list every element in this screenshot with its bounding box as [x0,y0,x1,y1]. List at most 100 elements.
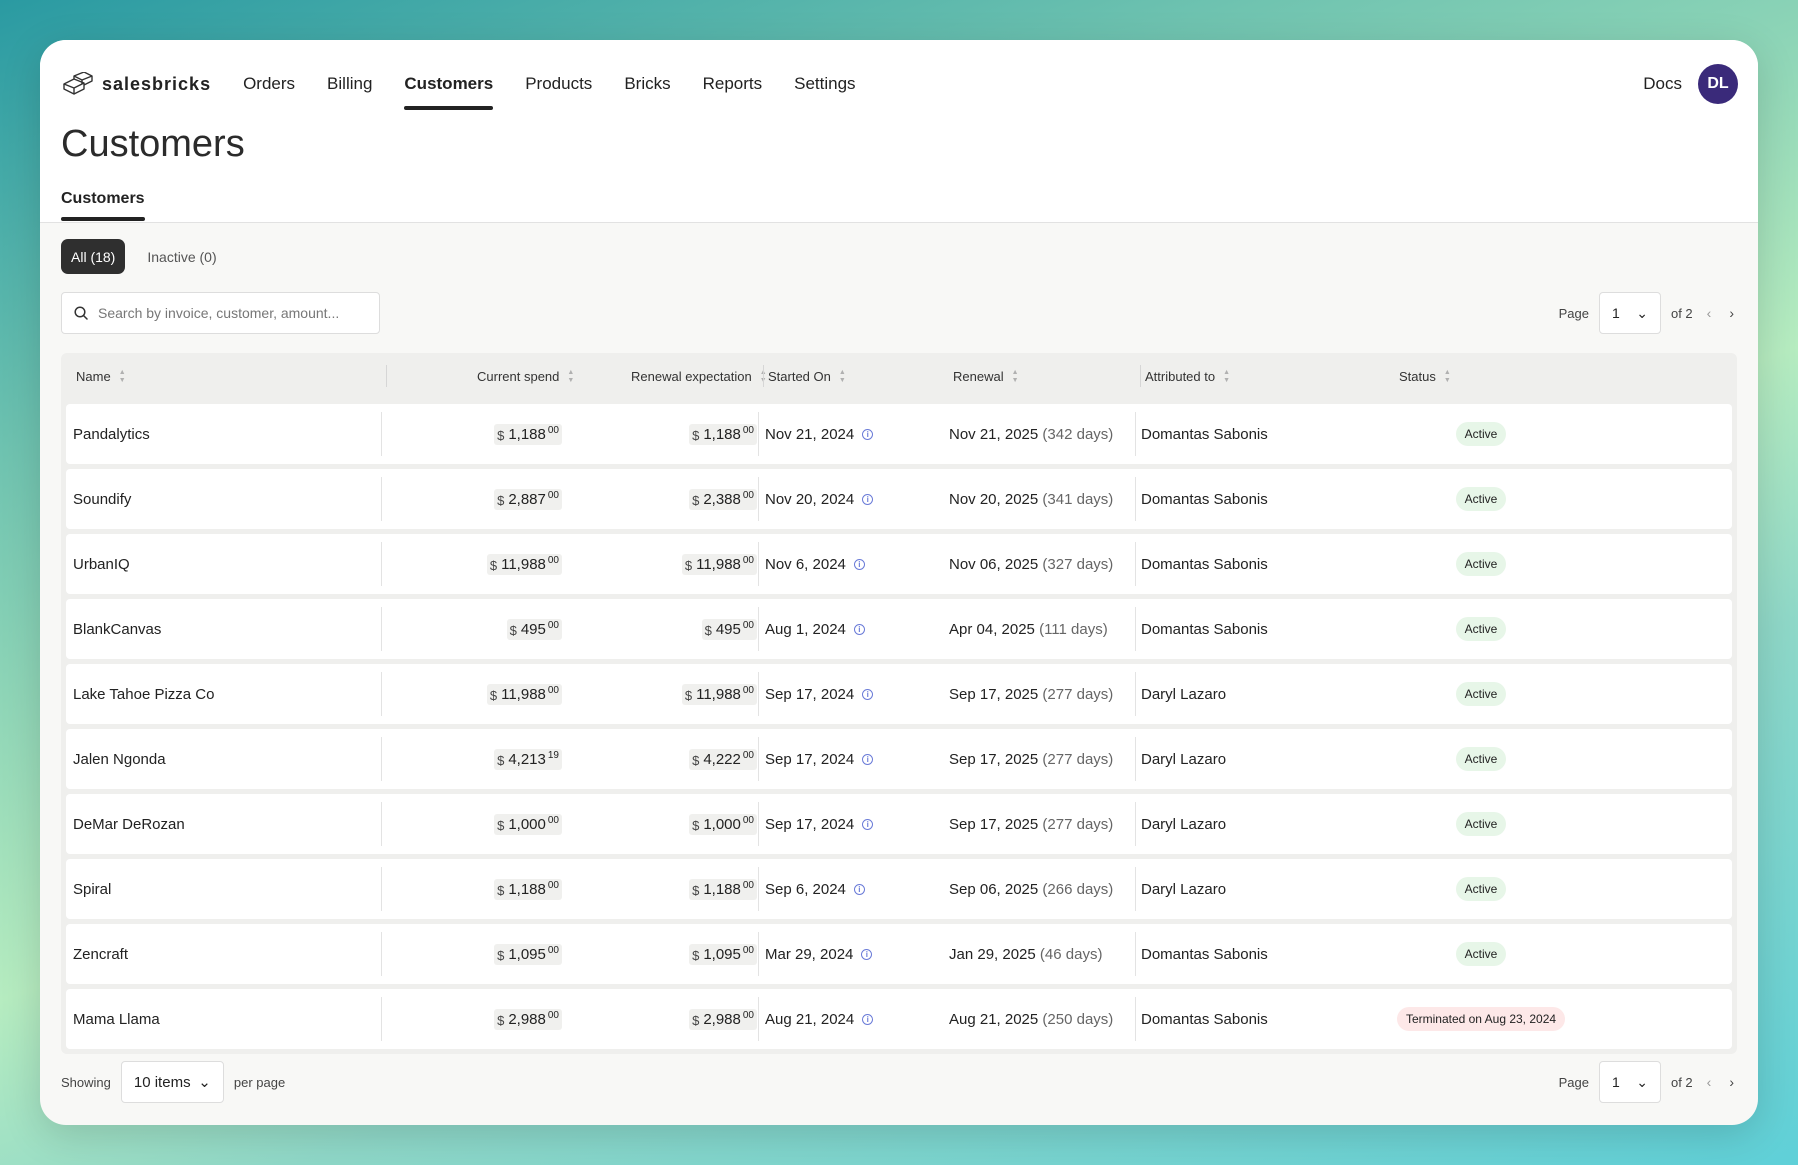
info-icon[interactable]: i [862,818,874,830]
status-cell: Active [1266,599,1696,659]
page-size-select[interactable]: 10 items ⌄ [120,1061,224,1103]
nav-item-bricks[interactable]: Bricks [624,62,670,106]
cents: 00 [547,684,559,696]
search-input[interactable] [98,305,358,321]
page-select[interactable]: 1 ⌄ [1598,292,1661,334]
sort-icon[interactable]: ▲▼ [119,369,126,384]
cents: 00 [547,814,559,826]
table-row[interactable]: Soundify $2,887 00 $2,388 00 Nov 20, 2024 i… [66,469,1732,529]
header-name[interactable]: Name ▲ ▼ [76,369,126,384]
pagination-top: Page 1 ⌄ of 2 ‹ › [1559,292,1738,334]
next-page-icon[interactable]: › [1725,305,1738,321]
header-started-on-label: Started On [768,368,831,384]
table-row[interactable]: UrbanIQ $11,988 00 $11,988 00 Nov 6, 2024 i… [66,534,1732,594]
nav-item-reports[interactable]: Reports [703,62,763,106]
started-on: Mar 29, 2024 i [765,924,873,984]
info-icon[interactable]: i [861,948,873,960]
header-started-on[interactable]: Started On ▲ ▼ [768,369,846,384]
nav-item-orders[interactable]: Orders [243,62,295,106]
table-row[interactable]: Pandalytics $1,188 00 $1,188 00 Nov 21, 20… [66,404,1732,464]
renewal: Sep 17, 2025 (277 days) [949,729,1113,789]
sort-icon[interactable]: ▲▼ [1223,369,1230,384]
customer-name[interactable]: Soundify [73,469,131,529]
currency-symbol: $ [497,427,505,443]
customer-name[interactable]: Zencraft [73,924,128,984]
customer-name[interactable]: BlankCanvas [73,599,161,659]
renewal-days: (277 days) [1042,685,1114,703]
info-icon[interactable]: i [853,623,865,635]
current-spend: $11,988 00 [486,664,562,724]
filter-all[interactable]: All (18) [61,239,126,274]
info-icon[interactable]: i [853,883,865,895]
sort-icon[interactable]: ▲▼ [1444,369,1451,384]
info-icon[interactable]: i [853,558,865,570]
header-current-spend[interactable]: Current spend ▲ ▼ [477,369,574,384]
renewal-date: Jan 29, 2025 [949,945,1036,963]
nav-item-products[interactable]: Products [525,62,592,106]
next-page-icon[interactable]: › [1725,1074,1738,1090]
nav-item-billing[interactable]: Billing [327,62,372,106]
cents: 00 [742,489,754,501]
table-row[interactable]: BlankCanvas $495 00 $495 00 Aug 1, 2024 i A… [66,599,1732,659]
nav-item-settings[interactable]: Settings [794,62,855,106]
avatar[interactable]: DL [1698,64,1738,104]
currency-symbol: $ [692,947,700,963]
info-icon[interactable]: i [862,493,874,505]
currency-symbol: $ [509,622,517,638]
per-page-label: per page [233,1074,286,1090]
info-icon[interactable]: i [862,1013,874,1025]
table-row[interactable]: Mama Llama $2,988 00 $2,988 00 Aug 21, 202… [66,989,1732,1049]
attributed-to: Domantas Sabonis [1141,1010,1268,1028]
header-renewal-expectation[interactable]: Renewal expectation ▲▼ [631,369,767,384]
renewal-days: (266 days) [1042,880,1114,898]
customer-name[interactable]: Lake Tahoe Pizza Co [73,664,214,724]
renewal-days: (342 days) [1042,425,1114,443]
customer-name[interactable]: Jalen Ngonda [73,729,166,789]
table-row[interactable]: DeMar DeRozan $1,000 00 $1,000 00 Sep 17, … [66,794,1732,854]
page-label: Page [1558,305,1589,321]
table-row[interactable]: Zencraft $1,095 00 $1,095 00 Mar 29, 2024 i… [66,924,1732,984]
status-badge: Active [1455,747,1507,771]
customer-name[interactable]: Mama Llama [73,989,160,1049]
logo[interactable]: salesbricks [62,72,211,96]
header-attributed-to[interactable]: Attributed to ▲ ▼ [1145,369,1230,384]
table-row[interactable]: Jalen Ngonda $4,213 19 $4,222 00 Sep 17, 2… [66,729,1732,789]
tab-customers[interactable]: Customers [61,190,145,221]
sort-icon[interactable]: ▲▼ [567,369,574,384]
currency-symbol: $ [497,752,505,768]
search-box [61,292,380,334]
header-status[interactable]: Status ▲ ▼ [1399,369,1451,384]
top-nav: salesbricks Orders Billing Customers Produc… [62,62,1738,110]
table-row[interactable]: Spiral $1,188 00 $1,188 00 Sep 6, 2024 i Se… [66,859,1732,919]
filter-inactive[interactable]: Inactive (0) [137,239,226,274]
customer-name[interactable]: Pandalytics [73,404,150,464]
cents: 00 [547,619,559,631]
renewal-expectation: $11,988 00 [681,664,757,724]
prev-page-icon[interactable]: ‹ [1703,1074,1716,1090]
customer-name[interactable]: Spiral [73,859,111,919]
header-status-label: Status [1399,368,1436,384]
nav-item-customers[interactable]: Customers [404,62,493,110]
customer-name[interactable]: UrbanIQ [73,534,130,594]
info-icon[interactable]: i [862,428,874,440]
page-select[interactable]: 1 ⌄ [1598,1061,1661,1103]
status-badge: Active [1455,422,1507,446]
customer-name[interactable]: DeMar DeRozan [73,794,185,854]
renewal: Sep 17, 2025 (277 days) [949,664,1113,724]
prev-page-icon[interactable]: ‹ [1703,305,1716,321]
docs-link[interactable]: Docs [1643,74,1682,94]
sort-icon[interactable]: ▲▼ [839,369,846,384]
cents: 00 [742,424,754,436]
amount: 1,188 [508,880,546,898]
amount: 495 [715,620,741,638]
table-row[interactable]: Lake Tahoe Pizza Co $11,988 00 $11,988 00 … [66,664,1732,724]
sort-icon[interactable]: ▲▼ [1012,369,1019,384]
info-icon[interactable]: i [862,753,874,765]
current-spend: $4,213 19 [494,729,562,789]
info-icon[interactable]: i [862,688,874,700]
header-renewal[interactable]: Renewal ▲ ▼ [953,369,1019,384]
renewal: Aug 21, 2025 (250 days) [949,989,1113,1049]
status-badge: Terminated on Aug 23, 2024 [1396,1007,1566,1031]
status-cell: Active [1266,729,1696,789]
current-spend: $11,988 00 [486,534,562,594]
